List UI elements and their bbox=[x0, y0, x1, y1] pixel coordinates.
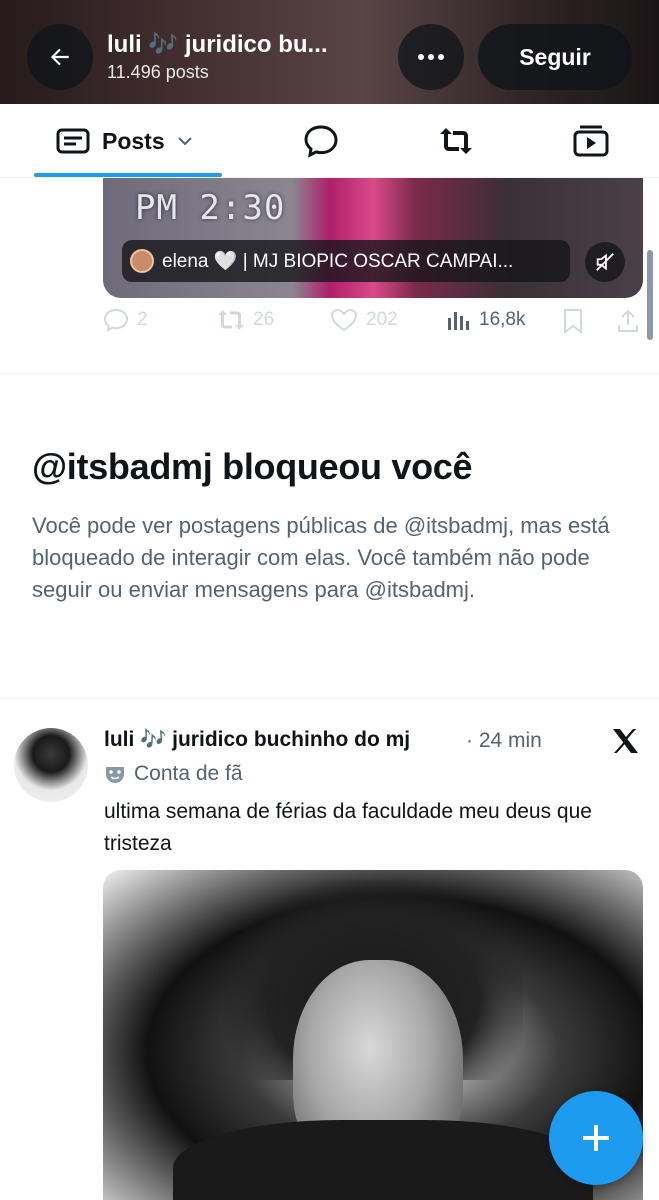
mask-icon bbox=[106, 767, 124, 783]
back-arrow-icon bbox=[50, 48, 69, 66]
blocked-description: Você pode ver postagens públicas de @its… bbox=[32, 513, 610, 602]
compose-button[interactable] bbox=[549, 1091, 643, 1185]
post-count: 11.496 posts bbox=[107, 62, 209, 82]
share-icon bbox=[618, 309, 638, 332]
post-text: ultima semana de férias da faculdade meu… bbox=[104, 800, 592, 855]
bookmark-icon bbox=[564, 309, 582, 334]
scrollbar[interactable] bbox=[647, 250, 653, 340]
divider bbox=[0, 698, 659, 699]
video-source-chip[interactable]: elena 🤍 | MJ BIOPIC OSCAR CAMPAI... bbox=[122, 240, 570, 282]
like-icon bbox=[330, 308, 358, 332]
share-button[interactable] bbox=[617, 308, 639, 334]
more-button[interactable] bbox=[398, 24, 464, 90]
views-icon bbox=[448, 312, 469, 330]
video-source-label: elena 🤍 | MJ BIOPIC OSCAR CAMPAI... bbox=[162, 251, 514, 272]
replies-tab-icon[interactable] bbox=[302, 124, 340, 158]
reply-button[interactable]: 2 bbox=[103, 308, 148, 332]
back-button[interactable] bbox=[27, 24, 93, 90]
repost-button[interactable]: 26 bbox=[217, 308, 274, 332]
like-count: 202 bbox=[366, 309, 398, 330]
post-time[interactable]: · 24 min bbox=[466, 729, 542, 753]
divider bbox=[0, 373, 659, 374]
photo-shirt bbox=[173, 1120, 593, 1200]
tab-active-indicator bbox=[34, 173, 222, 177]
author-name[interactable]: luli 🎶 juridico buchinho do mj bbox=[104, 728, 410, 752]
reply-count: 2 bbox=[137, 309, 148, 330]
tab-posts-label: Posts bbox=[102, 127, 165, 154]
more-icon bbox=[418, 54, 444, 60]
media-tab-icon[interactable] bbox=[572, 124, 610, 158]
x-logo-icon bbox=[610, 727, 640, 760]
repost-tab-icon[interactable] bbox=[437, 124, 475, 158]
tab-posts[interactable]: Posts bbox=[34, 104, 222, 178]
like-button[interactable]: 202 bbox=[330, 308, 398, 332]
video-timestamp-text: PM 2:30 bbox=[135, 188, 286, 228]
views-count: 16,8k bbox=[479, 309, 526, 330]
bookmark-button[interactable] bbox=[562, 308, 584, 334]
blocked-title: @itsbadmj bloqueou você bbox=[32, 446, 473, 487]
source-avatar bbox=[130, 249, 154, 273]
follow-button[interactable]: Seguir bbox=[478, 24, 632, 90]
profile-name: luli 🎶 juridico bu... bbox=[107, 31, 328, 58]
author-avatar[interactable] bbox=[14, 728, 88, 802]
chevron-down-icon bbox=[177, 137, 192, 146]
reply-icon bbox=[103, 308, 129, 332]
fan-account-label: Conta de fã bbox=[134, 762, 243, 785]
muted-icon bbox=[596, 253, 614, 271]
fan-account-badge: Conta de fã bbox=[104, 762, 243, 786]
profile-tabs: Posts bbox=[0, 104, 659, 178]
views-button[interactable]: 16,8k bbox=[445, 308, 525, 332]
timeline-icon bbox=[56, 128, 90, 154]
mute-button[interactable] bbox=[585, 242, 625, 282]
repost-count: 26 bbox=[253, 309, 275, 330]
plus-icon bbox=[583, 1125, 609, 1151]
post-actions: 2 26 202 16,8k bbox=[0, 308, 659, 348]
repost-icon bbox=[218, 310, 244, 330]
